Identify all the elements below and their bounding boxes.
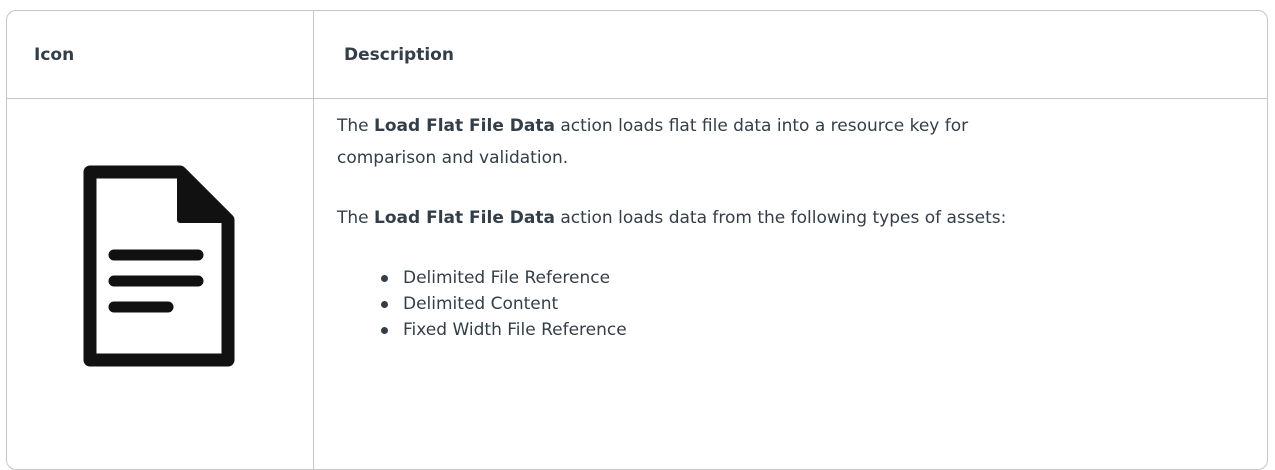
action-name-bold-2: Load Flat File Data [374, 208, 555, 228]
asset-type-label: Delimited File Reference [403, 268, 611, 288]
bullet-icon [381, 301, 388, 308]
asset-type-label: Delimited Content [403, 294, 559, 314]
paragraph-2-suffix: action loads data from the following typ… [554, 208, 1007, 228]
asset-type-label: Fixed Width File Reference [403, 320, 627, 340]
document-icon [83, 165, 235, 367]
bullet-icon [381, 275, 388, 282]
description-paragraph-1-line-2: comparison and validation. [337, 148, 569, 168]
header-icon-column: Icon [34, 44, 75, 65]
description-paragraph-1: The Load Flat File Data action loads fla… [337, 110, 968, 142]
list-item: Delimited File Reference [337, 265, 627, 291]
list-item: Delimited Content [337, 291, 627, 317]
paragraph-1-prefix: The [337, 116, 375, 136]
asset-types-list: Delimited File Reference Delimited Conte… [337, 265, 627, 343]
list-item: Fixed Width File Reference [337, 317, 627, 343]
paragraph-2-prefix: The [337, 208, 375, 228]
paragraph-1-suffix: action loads flat file data into a resou… [554, 116, 969, 136]
header-description-column: Description [344, 44, 454, 65]
action-name-bold: Load Flat File Data [374, 116, 555, 136]
description-paragraph-2: The Load Flat File Data action loads dat… [337, 202, 1006, 234]
table-header-row: Icon Description [7, 11, 1267, 99]
bullet-icon [381, 327, 388, 334]
